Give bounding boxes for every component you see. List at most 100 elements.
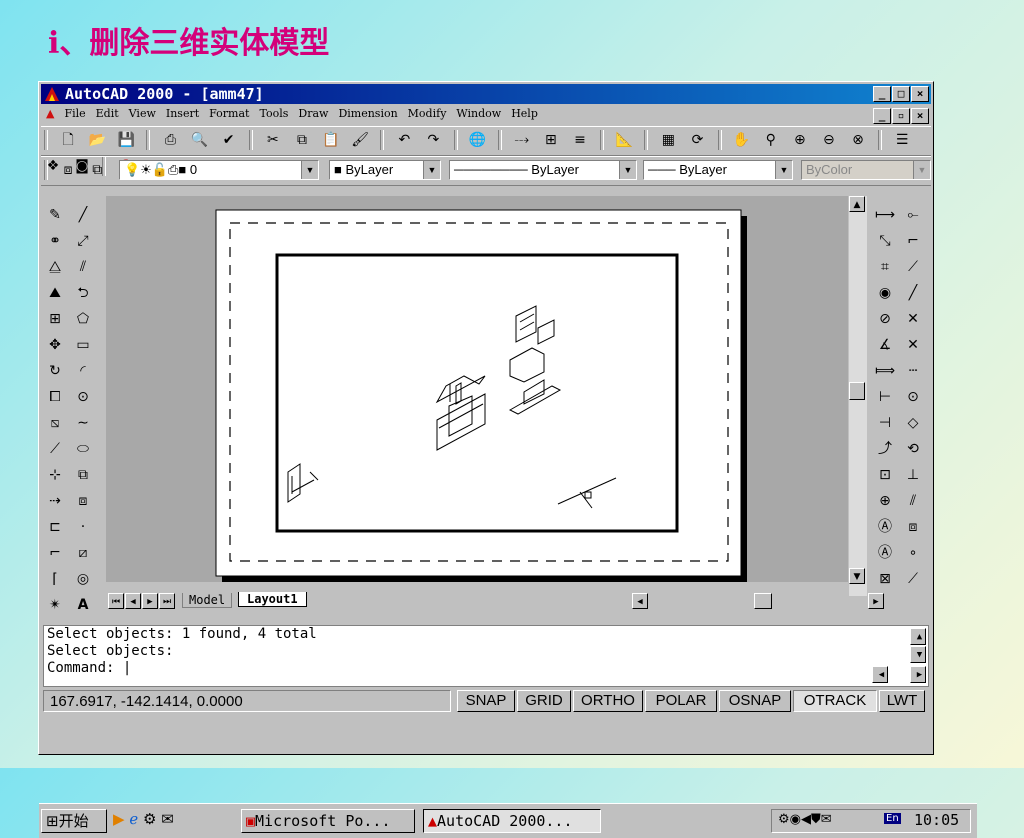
scale-icon[interactable]: ⧠ <box>43 386 67 408</box>
osnap-button[interactable]: OSNAP <box>719 690 791 712</box>
fillet-icon[interactable]: ⌈ <box>43 568 67 590</box>
snap-apparent-icon[interactable]: ╱ <box>901 282 925 304</box>
ie-icon[interactable]: ℯ <box>129 810 138 828</box>
zoom-rt-icon[interactable]: ⚲ <box>761 130 781 150</box>
snap-center-icon[interactable]: ⊙ <box>901 386 925 408</box>
menu-help[interactable]: Help <box>506 105 543 122</box>
zoom-win-icon[interactable]: ⊕ <box>790 130 810 150</box>
array-icon[interactable]: ⊞ <box>43 308 67 330</box>
menu-draw[interactable]: Draw <box>293 105 333 122</box>
first-tab-icon[interactable]: ⏮ <box>108 593 124 609</box>
line-icon[interactable]: ╱ <box>71 204 95 226</box>
snap-x-icon[interactable]: ✕ <box>901 334 925 356</box>
snap-tangent-icon[interactable]: ⟲ <box>901 438 925 460</box>
center-mark-icon[interactable]: ⊕ <box>873 490 897 512</box>
extend-icon[interactable]: ⇢ <box>43 490 67 512</box>
hscroll-thumb[interactable] <box>754 593 772 609</box>
dimedit-icon[interactable]: Ⓐ <box>873 516 897 538</box>
new-icon[interactable]: 🗋 <box>58 130 78 150</box>
chevron-down-icon[interactable]: ▼ <box>423 161 440 179</box>
continue-dim-icon[interactable]: ⊣ <box>873 412 897 434</box>
outlook-icon[interactable]: ✉ <box>161 810 174 828</box>
prev-tab-icon[interactable]: ◀ <box>125 593 141 609</box>
vertical-scrollbar[interactable]: ▲ ▼ <box>849 196 867 596</box>
tray-icons[interactable]: ⚙◉◀⛊✉ <box>778 812 832 827</box>
menu-tools[interactable]: Tools <box>254 105 293 122</box>
chamfer-icon[interactable]: ⌐ <box>43 542 67 564</box>
maximize-button[interactable]: □ <box>892 86 910 102</box>
snap-button[interactable]: SNAP <box>457 690 515 712</box>
snap-nearest-icon[interactable]: ⟋ <box>901 568 925 590</box>
polar-button[interactable]: POLAR <box>645 690 717 712</box>
ellipse-icon[interactable]: ⬭ <box>71 438 95 460</box>
task-autocad[interactable]: ▲AutoCAD 2000... <box>423 809 601 833</box>
chevron-down-icon[interactable]: ▼ <box>619 161 636 179</box>
make-current-layer-icon[interactable]: ⧈ <box>58 160 78 180</box>
leader-icon[interactable]: ⤴ <box>873 438 897 460</box>
tab-layout1[interactable]: Layout1 <box>238 592 307 607</box>
cmd-scroll-down-icon[interactable]: ▼ <box>910 646 926 663</box>
cut-icon[interactable]: ✂ <box>263 130 283 150</box>
color-combo[interactable]: ■ ByLayer ▼ <box>329 160 441 180</box>
hatch-icon[interactable]: ⧄ <box>71 542 95 564</box>
copy-icon[interactable]: ⧉ <box>292 130 312 150</box>
inquiry-icon[interactable]: ≡ <box>570 130 590 150</box>
scroll-up-icon[interactable]: ▲ <box>849 196 865 212</box>
matchprop-icon[interactable]: 🖌 <box>350 130 370 150</box>
explode-icon[interactable]: ✴ <box>43 594 67 616</box>
lwt-button[interactable]: LWT <box>879 690 925 712</box>
tab-model[interactable]: Model <box>182 593 233 608</box>
menu-view[interactable]: View <box>124 105 161 122</box>
linetype-combo[interactable]: ──────── ByLayer ▼ <box>449 160 637 180</box>
scroll-thumb[interactable] <box>849 382 865 400</box>
cmd-hscroll-left-icon[interactable]: ◀ <box>872 666 888 683</box>
tolerance-icon[interactable]: ⊡ <box>873 464 897 486</box>
offset-icon[interactable]: ⛰ <box>43 282 67 304</box>
mirror-icon[interactable]: ⧋ <box>43 256 67 278</box>
show-desktop-icon[interactable]: ▶ <box>113 810 125 828</box>
otrack-button[interactable]: OTRACK <box>793 690 877 712</box>
snap-intersection-icon[interactable]: ⟋ <box>901 256 925 278</box>
mtext-icon[interactable]: A <box>71 594 95 616</box>
paste-icon[interactable]: 📋 <box>321 130 341 150</box>
snap-parallel-icon[interactable]: ⫽ <box>901 490 925 512</box>
menu-edit[interactable]: Edit <box>91 105 124 122</box>
tracking-icon[interactable]: ⤏ <box>512 130 532 150</box>
title-bar[interactable]: AutoCAD 2000 - [amm47] _ □ × <box>41 84 931 104</box>
snap-endpoint-icon[interactable]: ⟜ <box>901 204 925 226</box>
snap-insert-icon[interactable]: ⧈ <box>901 516 925 538</box>
plotstyle-combo[interactable]: ByColor ▼ <box>801 160 931 180</box>
chevron-down-icon[interactable]: ▼ <box>301 161 318 179</box>
lineweight-combo[interactable]: ─── ByLayer ▼ <box>643 160 793 180</box>
layers-icon[interactable]: ⧉ <box>87 160 107 180</box>
linear-dim-icon[interactable]: ⟼ <box>873 204 897 226</box>
arc-icon[interactable]: ◜ <box>71 360 95 382</box>
coordinate-readout[interactable]: 167.6917, -142.1414, 0.0000 <box>43 690 451 712</box>
multiline-icon[interactable]: ⫽ <box>71 256 95 278</box>
region-icon[interactable]: ◎ <box>71 568 95 590</box>
ucs-icon[interactable]: ⊞ <box>541 130 561 150</box>
chevron-down-icon[interactable]: ▼ <box>775 161 792 179</box>
dimstyle-icon[interactable]: ⊠ <box>873 568 897 590</box>
insert-block-icon[interactable]: ⧉ <box>71 464 95 486</box>
aerial-icon[interactable]: ▦ <box>658 130 678 150</box>
copy-object-icon[interactable]: ⚭ <box>43 230 67 252</box>
lengthen-icon[interactable]: ⟋ <box>43 438 67 460</box>
hyperlink-icon[interactable]: 🌐 <box>468 130 488 150</box>
hscroll-left-icon[interactable]: ◀ <box>632 593 648 609</box>
break-icon[interactable]: ⊏ <box>43 516 67 538</box>
ordinate-dim-icon[interactable]: ⌗ <box>873 256 897 278</box>
toolbar-grip[interactable] <box>44 160 48 180</box>
snap-cross-icon[interactable]: ✕ <box>901 308 925 330</box>
menu-file[interactable]: File <box>59 105 90 122</box>
zoom-prev-icon[interactable]: ⊖ <box>819 130 839 150</box>
undo-icon[interactable]: ↶ <box>394 130 414 150</box>
menu-insert[interactable]: Insert <box>161 105 204 122</box>
diameter-dim-icon[interactable]: ⊘ <box>873 308 897 330</box>
layer-combo[interactable]: 💡☀🔓⎙■ 0 ▼ <box>119 160 319 180</box>
snap-perpendicular-icon[interactable]: ⊥ <box>901 464 925 486</box>
preview-icon[interactable]: 🔍 <box>190 130 210 150</box>
cmd-scroll-up-icon[interactable]: ▲ <box>910 628 926 645</box>
hscroll-right-icon[interactable]: ▶ <box>868 593 884 609</box>
doc-minimize-button[interactable]: _ <box>873 108 891 124</box>
